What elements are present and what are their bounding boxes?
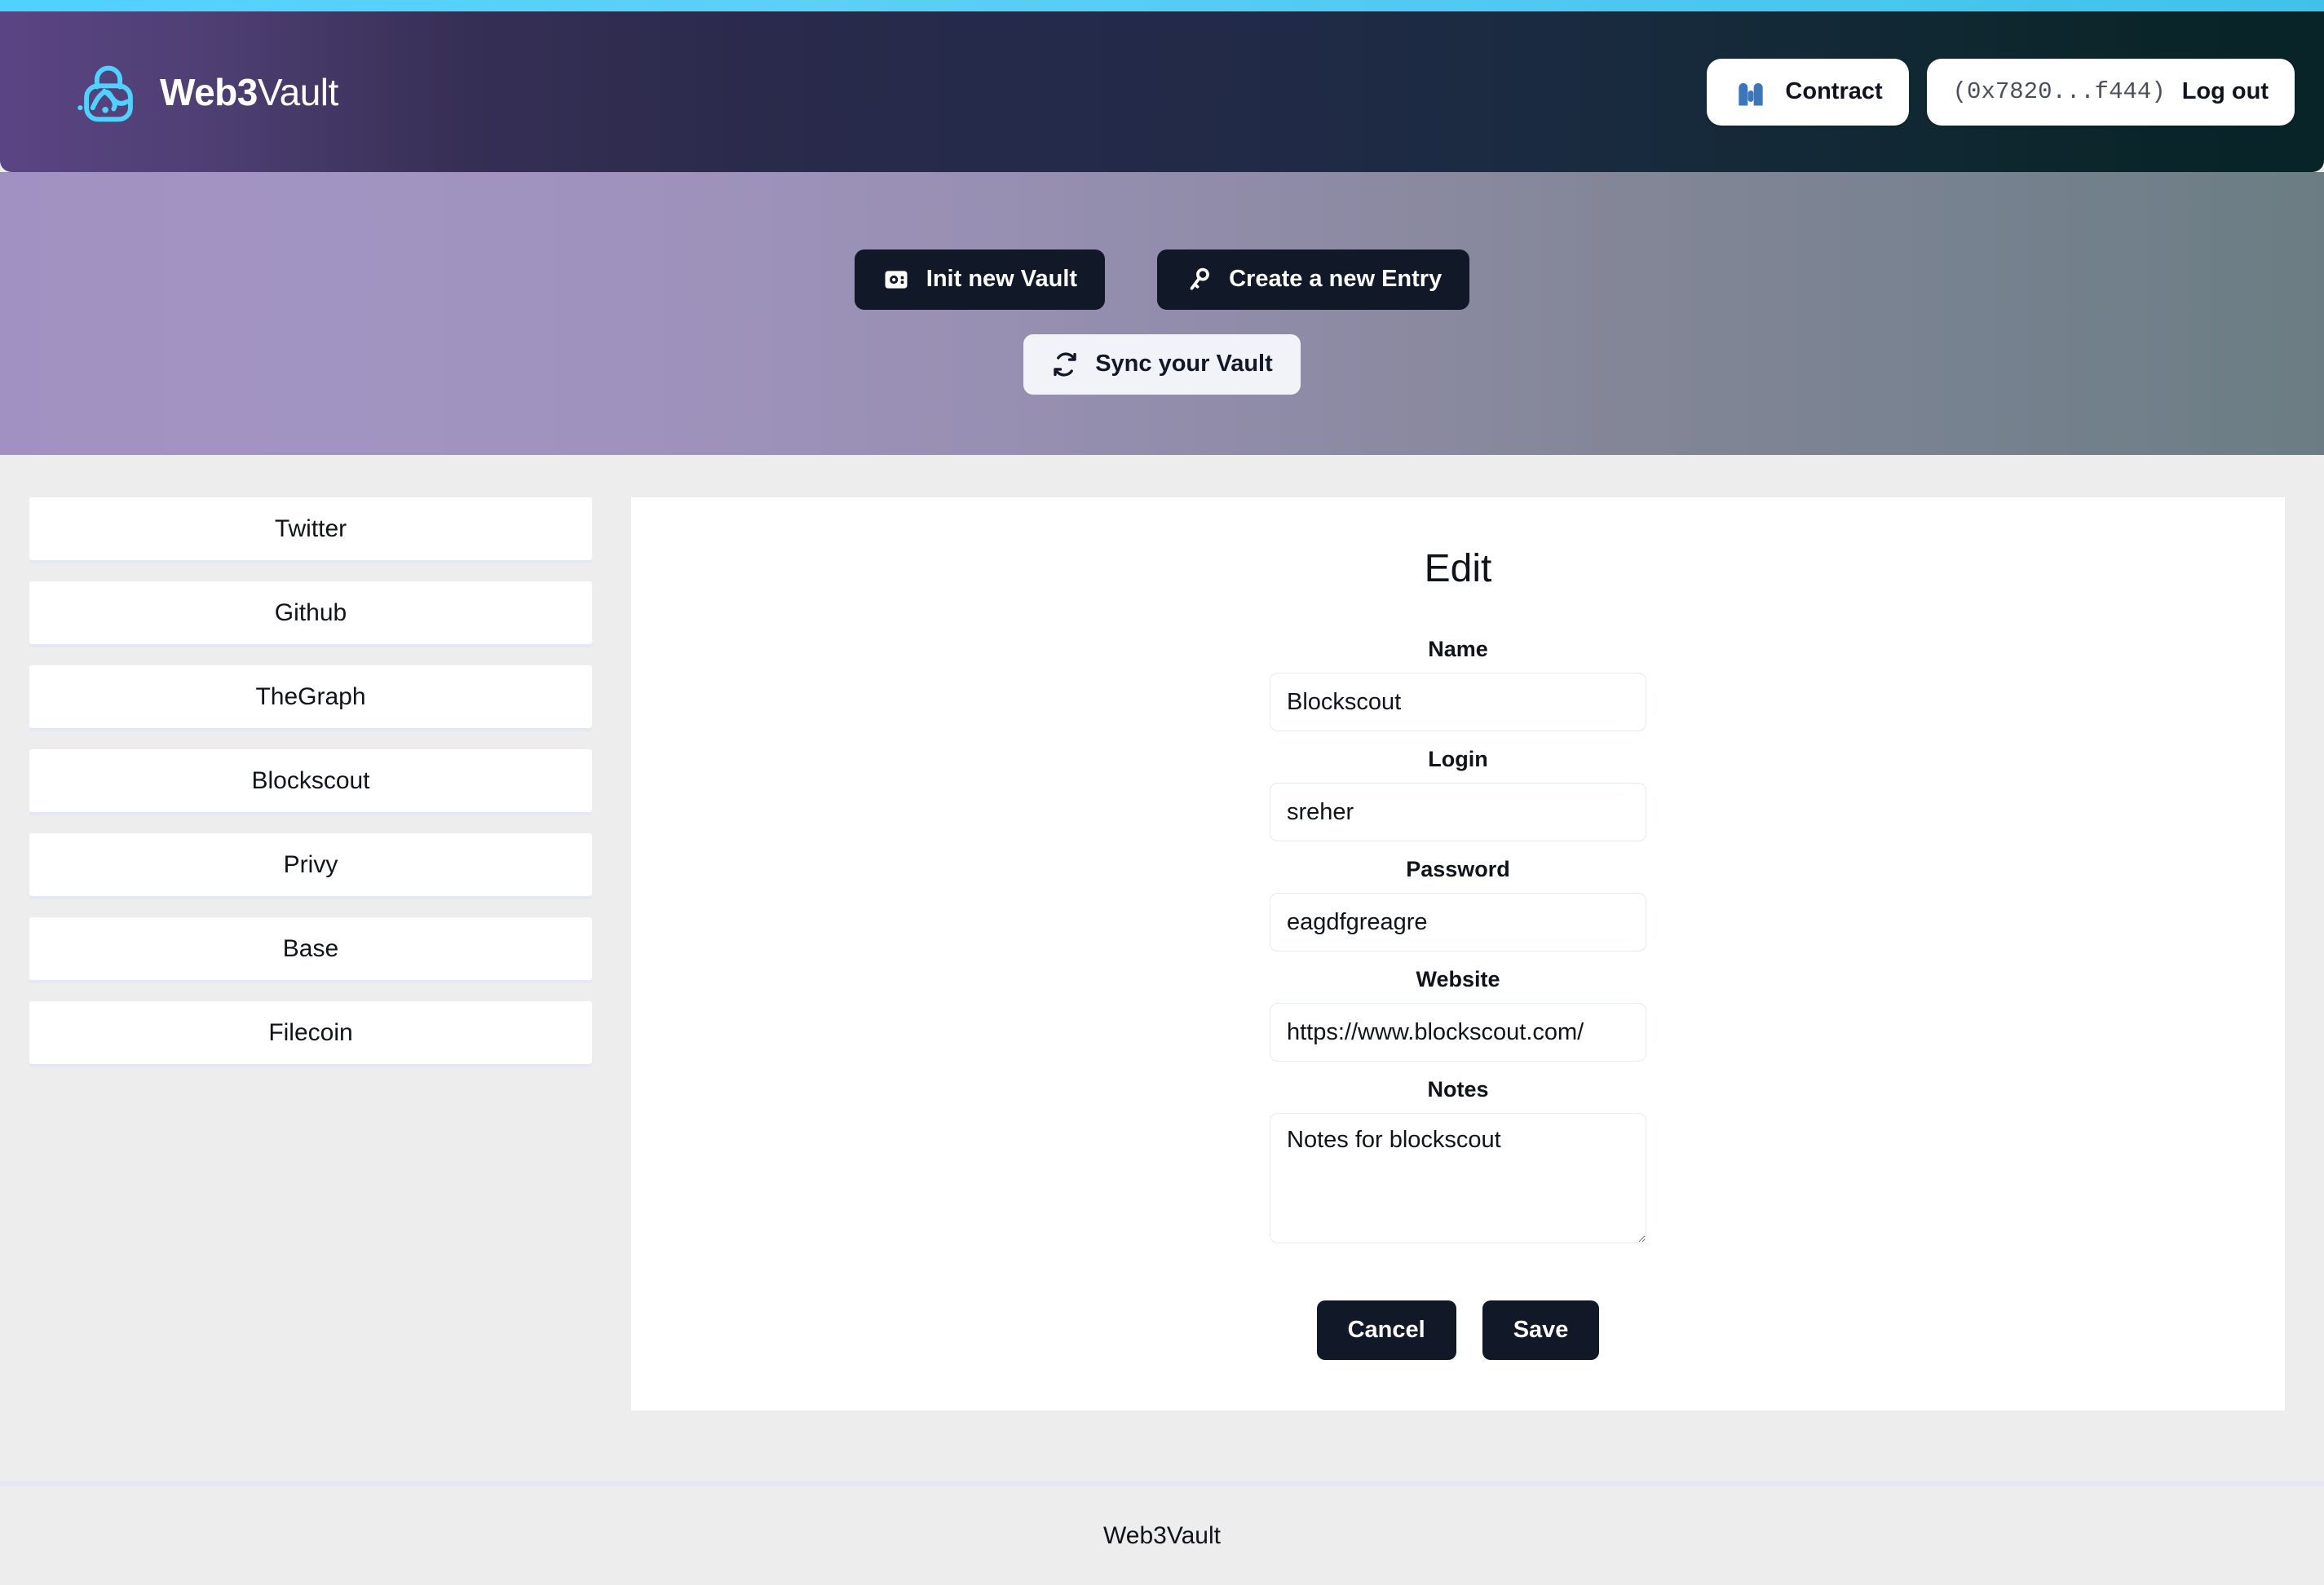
edit-entry-panel: Edit Name Login Password Website Notes N… [631,497,2285,1411]
main-body: Twitter Github TheGraph Blockscout Privy… [0,455,2324,1481]
brand-name-bold: Web3 [160,70,258,113]
entry-label: Filecoin [268,1018,353,1046]
entry-label: Blockscout [251,766,370,794]
padlock-atom-icon [75,59,142,126]
header-actions: Contract (0x7820...f444) Log out [1707,58,2295,126]
app-header: Web3Vault Contract (0x7820...f444) Log o… [0,11,2324,172]
list-item[interactable]: Privy [29,833,592,896]
init-new-vault-button[interactable]: Init new Vault [854,249,1106,310]
brand-name-light: Vault [257,70,338,113]
website-input[interactable] [1270,1003,1646,1062]
app-footer: Web3Vault [0,1481,2324,1585]
website-label: Website [1416,967,1500,991]
password-input[interactable] [1270,893,1646,951]
save-button[interactable]: Save [1482,1300,1600,1360]
edit-entry-form: Name Login Password Website Notes Notes … [1270,637,1646,1360]
create-new-entry-button[interactable]: Create a new Entry [1157,249,1470,310]
entry-label: Privy [283,850,338,878]
sync-vault-label: Sync your Vault [1095,351,1273,377]
create-new-entry-label: Create a new Entry [1229,266,1443,292]
list-item[interactable]: Blockscout [29,749,592,812]
init-new-vault-label: Init new Vault [926,266,1078,292]
entry-label: Base [282,934,339,962]
list-item[interactable]: TheGraph [29,665,592,728]
wallet-address: (0x7820...f444) [1952,78,2166,105]
safe-icon [882,266,910,294]
notes-label: Notes [1427,1077,1489,1102]
entry-label: Twitter [274,514,347,542]
list-item[interactable]: Github [29,581,592,644]
page-title: Edit [1424,547,1492,590]
login-label: Login [1428,747,1488,771]
sync-icon [1051,351,1079,378]
cancel-button[interactable]: Cancel [1316,1300,1456,1360]
entry-label: TheGraph [255,682,366,710]
name-label: Name [1428,637,1488,661]
logout-button[interactable]: Log out [2182,78,2269,105]
sync-vault-button[interactable]: Sync your Vault [1023,333,1301,395]
accent-top-bar [0,0,2324,11]
list-item[interactable]: Filecoin [29,1001,592,1064]
vault-actions-banner: Init new Vault Create a new Entry Sync y… [0,172,2324,455]
list-item[interactable]: Base [29,917,592,980]
login-input[interactable] [1270,783,1646,841]
footer-brand: Web3Vault [1103,1521,1221,1549]
entry-label: Github [274,598,347,626]
brand[interactable]: Web3Vault [75,59,338,126]
notes-textarea[interactable]: Notes for blockscout [1270,1113,1646,1243]
contract-label: Contract [1785,78,1883,104]
vault-contract-icon [1733,74,1769,110]
brand-name: Web3Vault [160,70,338,114]
primary-actions-row: Init new Vault Create a new Entry [854,249,1470,310]
entry-list: Twitter Github TheGraph Blockscout Privy… [29,497,592,1064]
form-actions: Cancel Save [1270,1300,1646,1360]
name-input[interactable] [1270,673,1646,731]
account-pill[interactable]: (0x7820...f444) Log out [1926,58,2295,126]
list-item[interactable]: Twitter [29,497,592,560]
password-label: Password [1406,857,1510,881]
secondary-actions-row: Sync your Vault [1023,333,1301,395]
contract-button[interactable]: Contract [1707,58,1909,126]
key-icon [1185,266,1213,294]
